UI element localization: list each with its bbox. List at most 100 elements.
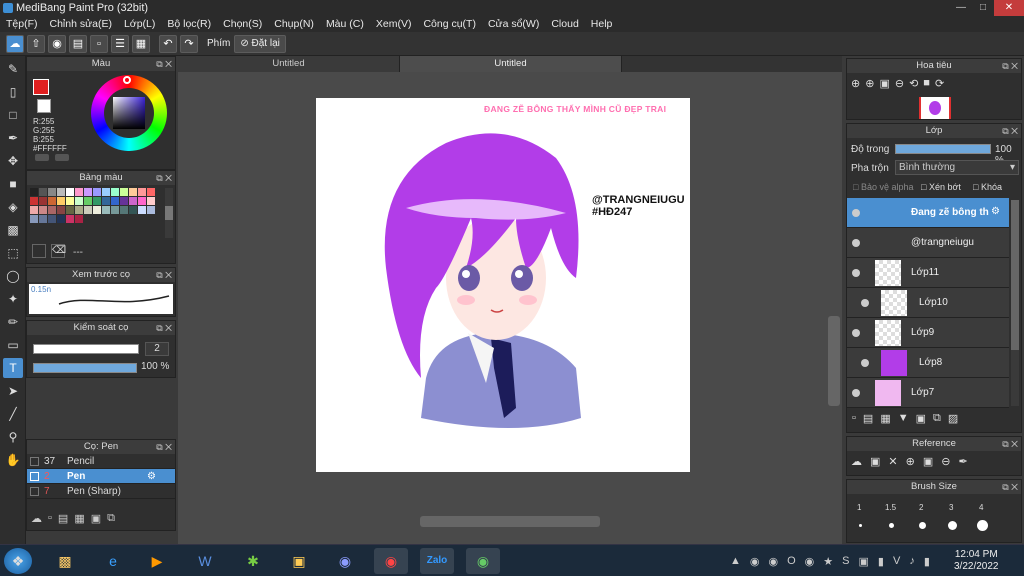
brush-size-1[interactable]: 1 (857, 503, 861, 512)
zoom-in-icon[interactable]: ⊕ (906, 455, 915, 468)
rectangle-tool-icon[interactable]: □ (3, 105, 23, 125)
hand-tool-icon[interactable]: ✋ (3, 450, 23, 470)
select-tool-icon[interactable]: ⬚ (3, 243, 23, 263)
palette-swatch[interactable] (57, 206, 65, 214)
palette-swatch[interactable] (75, 206, 83, 214)
menu-cloud[interactable]: Cloud (551, 16, 578, 32)
eye-icon[interactable] (852, 269, 860, 277)
minimize-button[interactable]: — (950, 0, 972, 16)
eraser-tool-icon[interactable]: ▯ (3, 82, 23, 102)
palette-swatch[interactable] (30, 215, 38, 223)
move-tool-icon[interactable]: ✥ (3, 151, 23, 171)
shield-icon[interactable]: ◉ (750, 555, 760, 568)
brush-size-value[interactable]: 2 (145, 342, 169, 356)
volume-icon[interactable]: ♪ (909, 555, 915, 568)
zoom-out-icon[interactable]: ⊖ (941, 455, 950, 468)
bluetooth-icon[interactable]: ★ (823, 555, 833, 568)
horizontal-scrollbar[interactable] (420, 516, 600, 527)
panel-close-icon[interactable]: ⧉ ✕ (1002, 124, 1018, 138)
new-layer-8bit-icon[interactable]: ▦ (880, 412, 890, 425)
palette-swatch[interactable] (84, 206, 92, 214)
palette-swatch[interactable] (30, 197, 38, 205)
start-button[interactable]: ❖ (4, 548, 32, 574)
panel-close-icon[interactable]: ⧉ ✕ (156, 440, 172, 454)
panel-close-icon[interactable]: ⧉ ✕ (156, 321, 172, 335)
add-brush-icon[interactable]: ▤ (58, 512, 68, 525)
brush-tool-icon[interactable]: ✎ (3, 59, 23, 79)
zoom-in-alt-icon[interactable]: ⊕ (865, 77, 874, 90)
eye-icon[interactable] (852, 329, 860, 337)
layer-row-0[interactable]: Đang zẽ bông th ⚙ (847, 198, 1009, 228)
eyedropper-button[interactable] (55, 154, 69, 161)
panel-close-icon[interactable]: ⧉ ✕ (156, 57, 172, 71)
menu-view[interactable]: Xem(V) (376, 16, 412, 32)
palette-swatch[interactable] (75, 188, 83, 196)
rotate-right-icon[interactable]: ⟳ (935, 77, 944, 90)
eye-icon[interactable] (852, 389, 860, 397)
layer-row-4[interactable]: Lớp9 (847, 318, 1009, 348)
color-mode-button[interactable] (35, 154, 49, 161)
fill-rect-tool-icon[interactable]: ■ (3, 174, 23, 194)
zalo-icon[interactable]: Zalo (420, 548, 454, 574)
palette-swatch[interactable] (102, 197, 110, 205)
gear-icon[interactable]: ⚙ (147, 469, 156, 484)
word-icon[interactable]: W (188, 548, 222, 574)
fit-icon[interactable]: ▣ (923, 455, 933, 468)
palette-swatch[interactable] (93, 206, 101, 214)
new-brush-icon[interactable]: ▫ (48, 512, 52, 525)
menu-select[interactable]: Chọn(S) (223, 16, 262, 32)
app-icon-2[interactable]: ✱ (236, 548, 270, 574)
palette-swatch[interactable] (147, 197, 155, 205)
palette-swatch[interactable] (147, 188, 155, 196)
tray-app-icon[interactable]: ◉ (769, 555, 779, 568)
magic-wand-icon[interactable]: ✦ (3, 289, 23, 309)
palette-swatch[interactable] (138, 206, 146, 214)
media-player-icon[interactable]: ▶ (140, 548, 174, 574)
tray-expand-icon[interactable]: ▲ (730, 555, 741, 568)
gradient-tool-icon[interactable]: ▩ (3, 220, 23, 240)
palette-swatch[interactable] (66, 188, 74, 196)
palette-swatch[interactable] (39, 206, 47, 214)
discord-icon[interactable]: ◉ (328, 548, 362, 574)
layer-row-2[interactable]: Lớp11 (847, 258, 1009, 288)
opera-icon[interactable]: O (787, 555, 796, 568)
brush-size-4[interactable]: 4 (979, 503, 983, 512)
menu-layer[interactable]: Lớp(L) (124, 16, 155, 32)
menu-tools[interactable]: Công cụ(T) (423, 16, 476, 32)
menu-window[interactable]: Cửa sổ(W) (488, 16, 539, 32)
reset-snap-button[interactable]: ⊘ Đặt lại (234, 34, 286, 53)
menu-capture[interactable]: Chụp(N) (274, 16, 314, 32)
eyedropper-icon[interactable]: ✒ (958, 455, 967, 468)
palette-swatch[interactable] (120, 206, 128, 214)
chrome-icon[interactable]: ◉ (374, 548, 408, 574)
comment-icon[interactable]: ◉ (48, 34, 66, 53)
grid-icon[interactable]: ▦ (132, 34, 150, 53)
folder-icon[interactable]: ▣ (282, 548, 316, 574)
panel-close-icon[interactable]: ⧉ ✕ (1002, 437, 1018, 451)
background-color-swatch[interactable] (37, 99, 51, 113)
eyedropper-icon[interactable]: ⚲ (3, 427, 23, 447)
cloud-icon[interactable]: ☁ (6, 34, 24, 53)
palette-swatch[interactable] (39, 188, 47, 196)
foreground-color-swatch[interactable] (33, 79, 49, 95)
palette-swatch[interactable] (75, 197, 83, 205)
network-icon[interactable]: ▣ (859, 555, 869, 568)
document-icon[interactable]: ▫ (90, 34, 108, 53)
palette-swatch[interactable] (57, 215, 65, 223)
brush-item-pen[interactable]: 2 Pen ⚙ (27, 469, 175, 484)
operation-tool-icon[interactable]: ➤ (3, 381, 23, 401)
tab-untitled-2[interactable]: Untitled (400, 56, 622, 72)
message-icon[interactable]: ▤ (69, 34, 87, 53)
palette-swatch[interactable] (57, 197, 65, 205)
panel-close-icon[interactable]: ⧉ ✕ (156, 171, 172, 185)
lasso-tool-icon[interactable]: ◯ (3, 266, 23, 286)
eye-icon[interactable] (852, 209, 860, 217)
brush-settings-icon[interactable]: ▦ (74, 512, 84, 525)
panel-close-icon[interactable]: ⧉ ✕ (1002, 480, 1018, 494)
palette-swatch[interactable] (120, 197, 128, 205)
layer-scrollbar[interactable] (1011, 200, 1019, 406)
ie-icon[interactable]: e (96, 548, 130, 574)
list-icon[interactable]: ☰ (111, 34, 129, 53)
palette-swatch[interactable] (102, 188, 110, 196)
tab-untitled-1[interactable]: Untitled (178, 56, 400, 72)
